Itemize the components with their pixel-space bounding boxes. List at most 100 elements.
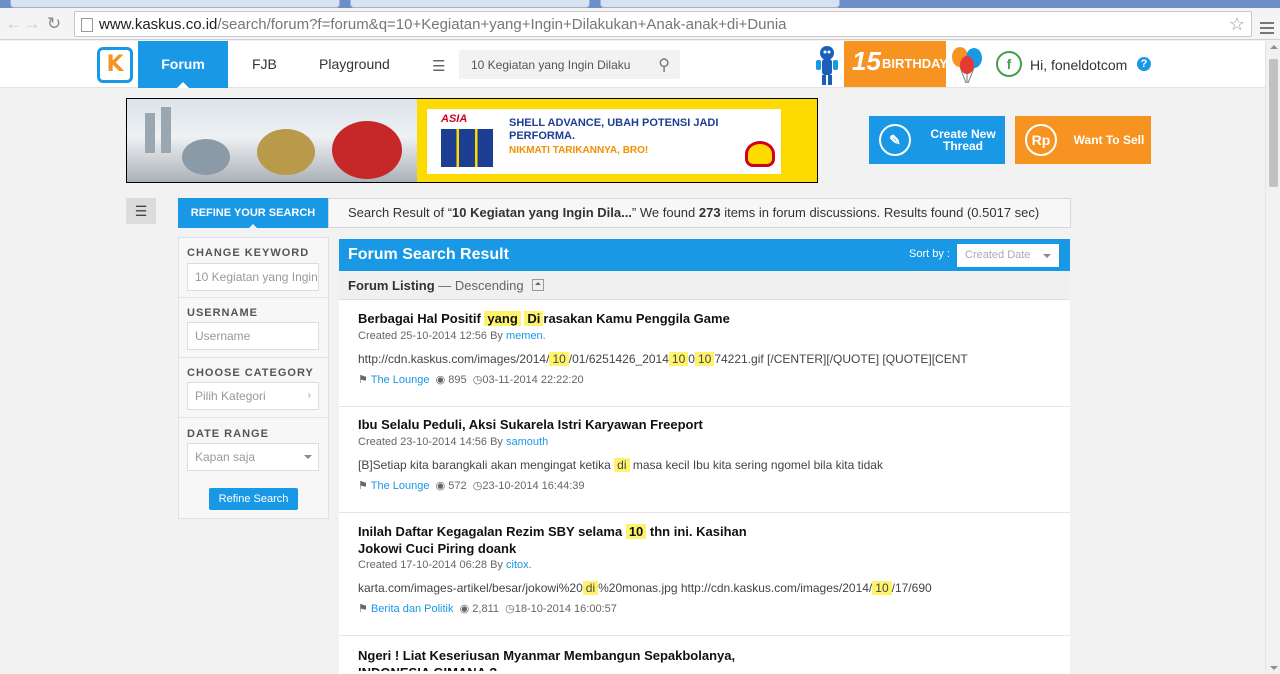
browser-tab[interactable]: [600, 0, 840, 8]
page-scrollbar[interactable]: [1265, 41, 1280, 674]
keyword-section: CHANGE KEYWORD 10 Kegiatan yang Ingin: [179, 238, 328, 298]
category-link[interactable]: The Lounge: [371, 480, 430, 492]
search-summary: Search Result of “10 Kegiatan yang Ingin…: [328, 198, 1071, 228]
search-input[interactable]: 10 Kegiatan yang Ingin Dilaku: [471, 58, 631, 72]
scroll-down-icon[interactable]: [1270, 666, 1278, 670]
ad-banner[interactable]: ASIA SHELL ADVANCE, UBAH POTENSI JADI PE…: [126, 98, 818, 183]
result-item: Ngeri ! Liat Keseriusan Myanmar Membangu…: [339, 636, 1070, 674]
browser-menu-icon[interactable]: [1260, 22, 1274, 37]
result-title[interactable]: Ibu Selalu Peduli, Aksi Sukarela Istri K…: [358, 416, 788, 433]
sort-select[interactable]: Created Date: [957, 244, 1059, 267]
tag-icon: ⚑: [358, 374, 368, 386]
header-search[interactable]: 10 Kegiatan yang Ingin Dilaku ⚲: [459, 50, 680, 79]
author-link[interactable]: memen.: [506, 330, 546, 342]
results-title: Forum Search Result: [348, 246, 509, 263]
result-title[interactable]: Ngeri ! Liat Keseriusan Myanmar Membangu…: [358, 647, 778, 671]
result-title[interactable]: Inilah Daftar Kegagalan Rezim SBY selama…: [358, 523, 778, 557]
result-meta: Created 23-10-2014 14:56 By samouth: [358, 436, 548, 448]
browser-tab-strip: [0, 0, 1280, 8]
summary-mid: ” We found: [631, 205, 699, 220]
rupiah-icon: Rp: [1025, 124, 1057, 156]
address-bar[interactable]: www.kaskus.co.id/search/forum?f=forum&q=…: [74, 11, 1252, 37]
result-item: Berbagai Hal Positif yang Di rasakan Kamu…: [339, 301, 1070, 407]
username-input[interactable]: Username: [187, 322, 319, 350]
page-icon: [81, 18, 93, 32]
site-header: K Forum FJB Playground ☰ 10 Kegiatan yan…: [0, 41, 1265, 88]
result-snippet: http://cdn.kaskus.com/images/2014/10/01/…: [358, 352, 968, 366]
author-link[interactable]: samouth: [506, 436, 548, 448]
results-panel: Forum Search Result Sort by : Created Da…: [339, 239, 1070, 674]
browser-tab[interactable]: [350, 0, 590, 8]
tab-playground[interactable]: Playground: [319, 41, 390, 88]
tag-icon: ⚑: [358, 603, 368, 615]
collapse-icon[interactable]: [531, 279, 544, 291]
listing-order: — Descending: [438, 278, 524, 293]
url-text: www.kaskus.co.id/search/forum?f=forum&q=…: [99, 16, 787, 33]
refine-search-tab[interactable]: REFINE YOUR SEARCH: [178, 198, 328, 229]
birthday-number: 15: [852, 46, 881, 76]
back-icon[interactable]: ←: [4, 14, 24, 34]
views-count: 2,811: [472, 603, 499, 615]
tab-fjb[interactable]: FJB: [252, 41, 277, 88]
want-to-sell-button[interactable]: Rp Want To Sell: [1015, 116, 1151, 164]
results-header: Forum Search Result Sort by : Created Da…: [339, 239, 1070, 271]
want-to-sell-label: Want To Sell: [1073, 133, 1145, 147]
url-path: /search/forum?f=forum&q=10+Kegiatan+yang…: [217, 16, 787, 33]
forward-icon[interactable]: →: [22, 14, 42, 34]
reload-icon[interactable]: ↻: [44, 14, 64, 34]
result-title[interactable]: Berbagai Hal Positif yang Di rasakan Kamu…: [358, 310, 788, 327]
list-icon[interactable]: ☰: [432, 57, 445, 75]
listing-label: Forum Listing: [348, 278, 435, 293]
avatar[interactable]: f: [996, 51, 1022, 77]
user-greeting[interactable]: Hi, foneldotcom: [1030, 57, 1127, 73]
username-label: USERNAME: [187, 307, 258, 319]
result-snippet: [B]Setiap kita barangkali akan mengingat…: [358, 458, 883, 472]
last-post-time: 03-11-2014 22:22:20: [482, 374, 584, 386]
banner-brand: ASIA: [441, 113, 468, 125]
refine-search-button[interactable]: Refine Search: [209, 488, 298, 510]
sort-label: Sort by :: [909, 248, 950, 260]
shell-logo-icon: [745, 141, 775, 167]
created-text: Created 17-10-2014 06:28 By: [358, 559, 506, 571]
refine-sidebar: CHANGE KEYWORD 10 Kegiatan yang Ingin US…: [178, 237, 329, 519]
kaskus-logo[interactable]: K: [97, 47, 133, 83]
chevron-down-icon: [304, 455, 312, 463]
scrollbar-thumb[interactable]: [1269, 59, 1278, 187]
summary-query: 10 Kegiatan yang Ingin Dila...: [452, 205, 632, 220]
bookmark-star-icon[interactable]: ☆: [1229, 14, 1245, 35]
birthday-badge[interactable]: 15 BIRTHDAY: [844, 41, 948, 87]
result-footer: ⚑ The Lounge ◉ 895 ◷03-11-2014 22:22:20: [358, 373, 584, 386]
summary-prefix: Search Result of “: [348, 205, 453, 220]
browser-toolbar: ← → ↻ www.kaskus.co.id/search/forum?f=fo…: [0, 8, 1280, 40]
keyword-label: CHANGE KEYWORD: [187, 247, 310, 259]
category-label: CHOOSE CATEGORY: [187, 367, 314, 379]
summary-suffix: items in forum discussions. Results foun…: [720, 205, 1040, 220]
created-text: Created 25-10-2014 12:56 By: [358, 330, 506, 342]
banner-headline: SHELL ADVANCE, UBAH POTENSI JADI PERFORM…: [509, 117, 719, 142]
search-icon[interactable]: ⚲: [658, 55, 670, 75]
author-link[interactable]: citox.: [506, 559, 532, 571]
category-select[interactable]: Pilih Kategori ›: [187, 382, 319, 410]
category-section: CHOOSE CATEGORY Pilih Kategori ›: [179, 358, 328, 418]
result-footer: ⚑ The Lounge ◉ 572 ◷23-10-2014 16:44:39: [358, 479, 585, 492]
listing-bar: Forum Listing — Descending: [339, 271, 1070, 300]
eye-icon: ◉: [459, 603, 470, 615]
help-icon[interactable]: ?: [1137, 57, 1151, 71]
sidebar-toggle-icon[interactable]: ☰: [126, 198, 156, 224]
category-link[interactable]: Berita dan Politik: [371, 603, 454, 615]
result-meta: Created 17-10-2014 06:28 By citox.: [358, 559, 532, 571]
create-thread-button[interactable]: ✎ Create New Thread: [869, 116, 1005, 164]
last-post-time: 23-10-2014 16:44:39: [482, 480, 585, 492]
browser-tab[interactable]: [10, 0, 340, 8]
birthday-word: BIRTHDAY: [882, 56, 948, 71]
clock-icon: ◷: [472, 374, 483, 386]
tag-icon: ⚑: [358, 480, 368, 492]
tab-forum[interactable]: Forum: [138, 41, 228, 88]
result-footer: ⚑ Berita dan Politik ◉ 2,811 ◷18-10-2014…: [358, 602, 617, 615]
scroll-up-icon[interactable]: [1270, 45, 1278, 49]
date-select[interactable]: Kapan saja: [187, 443, 319, 471]
keyword-input[interactable]: 10 Kegiatan yang Ingin: [187, 263, 319, 291]
chevron-right-icon: ›: [307, 390, 311, 401]
category-link[interactable]: The Lounge: [371, 374, 430, 386]
date-value: Kapan saja: [195, 450, 256, 464]
